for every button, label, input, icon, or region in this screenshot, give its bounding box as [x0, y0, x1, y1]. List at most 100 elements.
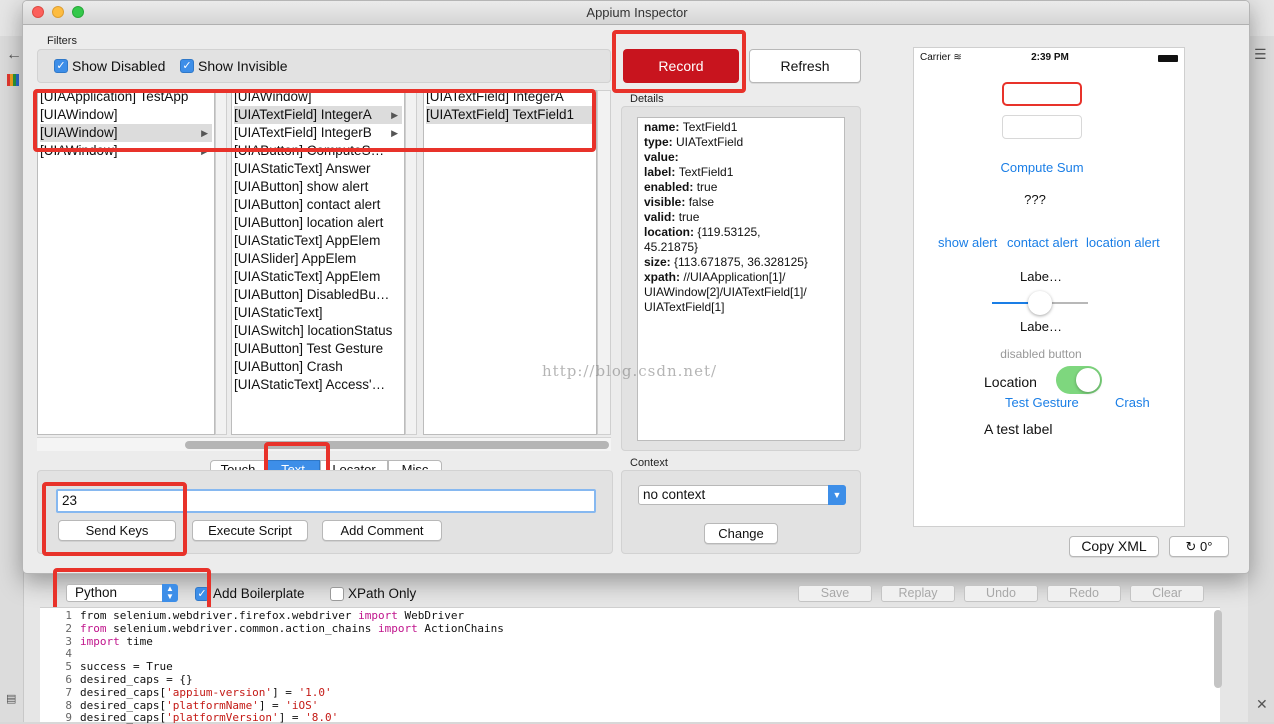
tree-item[interactable]: [UIAStaticText] — [234, 304, 402, 322]
location-label: Location — [984, 374, 1037, 390]
tree-item-label: [UIAStaticText] AppElem — [234, 269, 381, 284]
detail-value: //UIAApplication[1]/ — [683, 270, 786, 284]
detail-key: visible: — [644, 195, 689, 209]
detail-key: valid: — [644, 210, 679, 224]
tree-item-label: [UIAButton] Crash — [234, 359, 343, 374]
add-comment-button[interactable]: Add Comment — [322, 520, 442, 541]
code-line: 9 desired_caps['platformVersion'] = '8.0' — [44, 711, 338, 724]
tree-item-label: [UIAStaticText] Answer — [234, 161, 371, 176]
tree-column-3-scrollbar[interactable] — [597, 90, 611, 435]
execute-script-button[interactable]: Execute Script — [192, 520, 308, 541]
code-token: 'iOS' — [285, 698, 319, 712]
compute-sum-button[interactable]: Compute Sum — [914, 160, 1170, 175]
refresh-button[interactable]: Refresh — [749, 49, 861, 83]
document-icon[interactable]: ▤ — [6, 692, 16, 705]
tree-item[interactable]: [UIAStaticText] Access'… — [234, 376, 402, 394]
show-disabled-checkbox[interactable]: ✓ — [54, 59, 68, 73]
code-line: 5 success = True — [44, 660, 172, 674]
slider-thumb[interactable] — [1028, 291, 1052, 315]
detail-line: valid: true — [644, 210, 838, 225]
code-token: '8.0' — [305, 711, 339, 724]
code-token: 'appium-version' — [166, 685, 273, 699]
location-switch[interactable] — [1056, 366, 1102, 394]
detail-line: value: — [644, 150, 838, 165]
detail-value: UIATextField[1] — [644, 300, 725, 314]
code-token: import — [378, 621, 418, 635]
title-bar: Appium Inspector — [23, 1, 1249, 25]
details-text-area[interactable]: name: TextField1 type: UIATextField value:… — [637, 117, 845, 441]
code-token: '1.0' — [298, 685, 332, 699]
test-label: A test label — [984, 421, 1053, 437]
back-arrow-icon[interactable]: ← — [6, 46, 22, 64]
integer-b-field[interactable] — [1002, 115, 1082, 139]
detail-value: 45.21875} — [644, 240, 699, 254]
chevron-down-icon[interactable]: ▼ — [828, 485, 846, 505]
answer-label: ??? — [1024, 192, 1046, 207]
slider-label-top: Labe… — [1020, 269, 1062, 284]
code-token: desired_caps[ — [80, 711, 167, 724]
show-invisible-checkbox[interactable]: ✓ — [180, 59, 194, 73]
context-select[interactable]: no context ▼ — [638, 485, 846, 505]
device-screen[interactable]: Carrier ≋ 2:39 PM Compute Sum ??? show a… — [913, 47, 1185, 527]
tree-item[interactable]: [UIAButton] Test Gesture — [234, 340, 402, 358]
code-editor[interactable]: 1 from selenium.webdriver.firefox.webdriv… — [40, 607, 1220, 724]
location-alert-button[interactable]: location alert — [1086, 235, 1160, 250]
editor-redo-button[interactable]: Redo — [1047, 585, 1121, 602]
tree-item[interactable]: [UIAButton] Crash — [234, 358, 402, 376]
change-context-button[interactable]: Change — [704, 523, 778, 544]
tree-item-label: [UIASlider] AppElem — [234, 251, 357, 266]
xpath-only-checkbox[interactable] — [330, 587, 344, 601]
tree-item[interactable]: [UIAButton] contact alert — [234, 196, 402, 214]
line-number: 3 — [65, 634, 72, 648]
detail-value: TextField1 — [682, 120, 738, 134]
contact-alert-button[interactable]: contact alert — [1007, 235, 1078, 250]
detail-line: UIAWindow[2]/UIATextField[1]/ — [644, 285, 838, 300]
tree-item[interactable]: [UIAButton] show alert — [234, 178, 402, 196]
code-token: ] = — [258, 698, 286, 712]
detail-key: label: — [644, 165, 679, 179]
tree-item[interactable]: [UIAStaticText] AppElem — [234, 268, 402, 286]
code-line: 8 desired_caps['platformName'] = 'iOS' — [44, 699, 318, 712]
code-line: 3 import time — [44, 635, 153, 648]
copy-xml-button[interactable]: Copy XML — [1069, 536, 1159, 557]
detail-key: type: — [644, 135, 677, 149]
tree-item[interactable]: [UIAStaticText] Answer — [234, 160, 402, 178]
code-token: 'platformVersion' — [166, 711, 279, 724]
tree-item[interactable]: [UIASwitch] locationStatus — [234, 322, 402, 340]
detail-line: label: TextField1 — [644, 165, 838, 180]
code-token: import — [80, 634, 120, 648]
code-line: 1 from selenium.webdriver.firefox.webdriv… — [44, 609, 464, 622]
detail-line: UIATextField[1] — [644, 300, 838, 315]
tree-horizontal-scroll-thumb[interactable] — [185, 441, 609, 449]
tree-item[interactable]: [UIAButton] DisabledBu… — [234, 286, 402, 304]
editor-save-button[interactable]: Save — [798, 585, 872, 602]
detail-value: UIATextField — [676, 135, 744, 149]
crash-button[interactable]: Crash — [1115, 395, 1150, 410]
tree-item-label: [UIASwitch] locationStatus — [234, 323, 393, 338]
test-gesture-button[interactable]: Test Gesture — [1005, 395, 1079, 410]
location-switch-knob[interactable] — [1076, 368, 1100, 392]
context-select-value: no context — [643, 487, 706, 502]
tree-item[interactable]: [UIAStaticText] AppElem — [234, 232, 402, 250]
editor-undo-button[interactable]: Undo — [964, 585, 1038, 602]
editor-clear-button[interactable]: Clear — [1130, 585, 1204, 602]
close-icon[interactable]: ✕ — [1256, 696, 1268, 713]
editor-toolbar: Python ▲ ▼ ✓ Add Boilerplate XPath Only S… — [40, 580, 1228, 604]
line-number: 5 — [65, 660, 72, 674]
detail-line: visible: false — [644, 195, 838, 210]
apps-grid-icon[interactable] — [7, 74, 19, 86]
code-token: desired_caps[ — [80, 698, 167, 712]
rotate-icon: ↻ — [1185, 539, 1197, 554]
slider-track[interactable] — [992, 291, 1088, 315]
background-right-toolbar: ☰ ✕ — [1248, 36, 1274, 722]
integer-a-field[interactable] — [1002, 82, 1082, 106]
menu-icon[interactable]: ☰ — [1254, 46, 1267, 63]
tree-item[interactable]: [UIAButton] location alert — [234, 214, 402, 232]
tree-item[interactable]: [UIASlider] AppElem — [234, 250, 402, 268]
rotation-control[interactable]: ↻ 0° — [1169, 536, 1229, 557]
editor-replay-button[interactable]: Replay — [881, 585, 955, 602]
code-editor-scrollbar[interactable] — [1214, 610, 1222, 688]
detail-key: xpath: — [644, 270, 684, 284]
line-number: 2 — [65, 621, 72, 635]
show-alert-button[interactable]: show alert — [938, 235, 997, 250]
